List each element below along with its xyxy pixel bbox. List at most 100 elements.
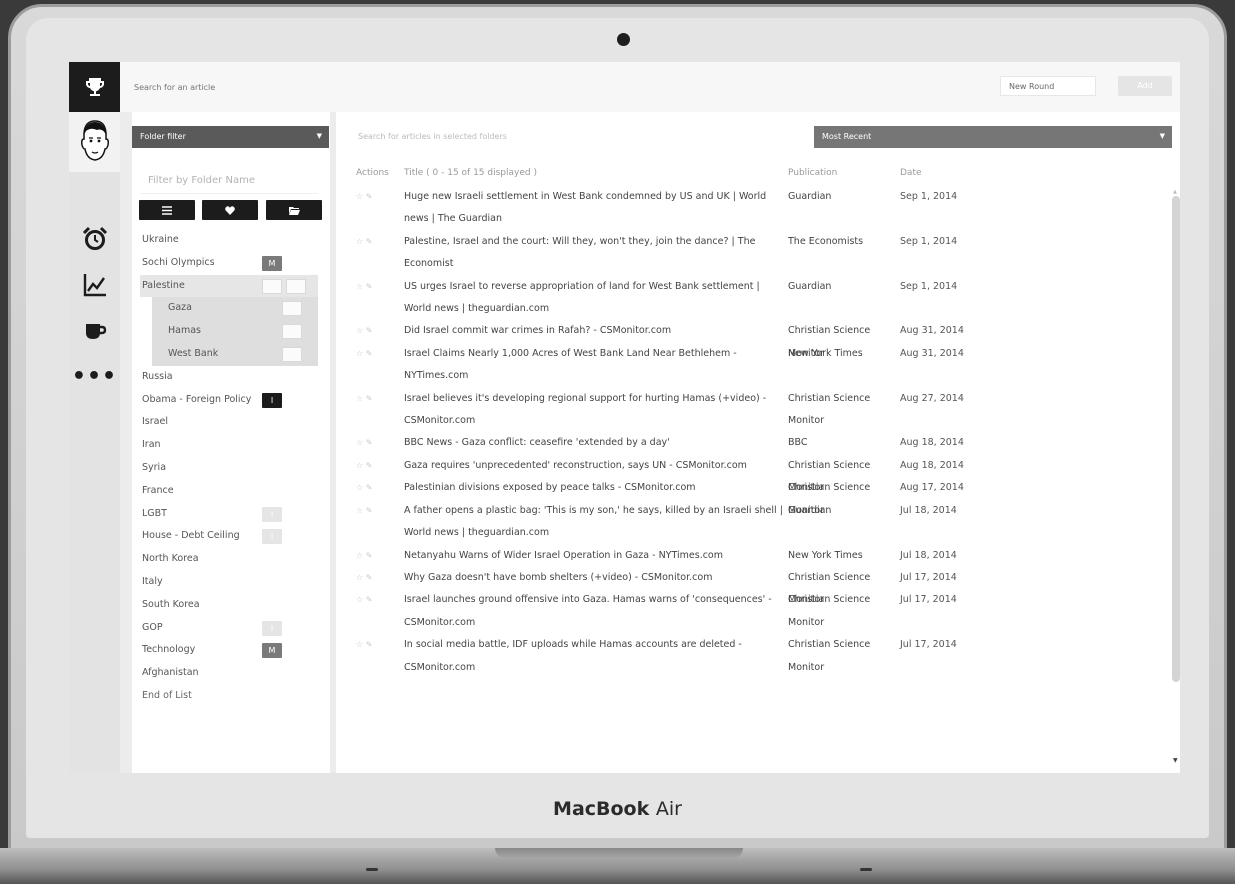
global-search-input[interactable] — [134, 78, 554, 96]
article-title[interactable]: Netanyahu Warns of Wider Israel Operatio… — [404, 545, 787, 567]
edit-icon[interactable]: ✎ — [366, 551, 373, 560]
table-row[interactable]: ☆ ✎ BBC News - Gaza conflict: ceasefire '… — [356, 432, 1156, 454]
folder-filter-dropdown[interactable]: Folder filter ▼ — [132, 126, 329, 148]
edit-icon[interactable]: ✎ — [366, 326, 373, 335]
folder-name-filter-input[interactable]: Filter by Folder Name — [140, 168, 318, 194]
star-icon[interactable]: ☆ — [356, 506, 363, 515]
folder-item[interactable]: North Korea — [140, 548, 318, 571]
table-row[interactable]: ☆ ✎ Why Gaza doesn't have bomb shelters (… — [356, 567, 1156, 605]
folder-badge[interactable]: I — [262, 620, 282, 636]
folder-item[interactable]: Russia — [140, 366, 318, 389]
star-icon[interactable]: ☆ — [356, 282, 363, 291]
table-row[interactable]: ☆ ✎ Israel believes it's developing regio… — [356, 388, 1156, 433]
folder-item[interactable]: GOP I — [140, 617, 318, 640]
folder-item[interactable]: Syria — [140, 457, 318, 480]
star-icon[interactable]: ☆ — [356, 483, 363, 492]
table-row[interactable]: ☆ ✎ Gaza requires 'unprecedented' reconst… — [356, 455, 1156, 493]
star-icon[interactable]: ☆ — [356, 326, 363, 335]
folders-button[interactable] — [266, 200, 322, 220]
article-scrollbar[interactable] — [1172, 196, 1180, 682]
folder-badge[interactable] — [286, 278, 306, 294]
article-title[interactable]: Why Gaza doesn't have bomb shelters (+vi… — [404, 567, 787, 589]
folder-item[interactable]: Ukraine — [140, 229, 318, 252]
column-title[interactable]: Title ( 0 - 15 of 15 displayed ) — [404, 168, 537, 178]
folder-item[interactable]: West Bank — [152, 342, 318, 366]
article-title[interactable]: Did Israel commit war crimes in Rafah? -… — [404, 320, 787, 342]
article-title[interactable]: BBC News - Gaza conflict: ceasefire 'ext… — [404, 432, 787, 454]
more-dots-icon[interactable]: ••• — [69, 354, 120, 400]
folder-item[interactable]: Israel — [140, 411, 318, 434]
star-icon[interactable]: ☆ — [356, 438, 363, 447]
folder-item[interactable]: Technology M — [140, 639, 318, 662]
article-title[interactable]: Israel believes it's developing regional… — [404, 388, 787, 433]
new-round-input[interactable]: New Round — [1000, 76, 1096, 96]
folder-item[interactable]: Sochi Olympics M — [140, 252, 318, 275]
table-row[interactable]: ☆ ✎ Did Israel commit war crimes in Rafah… — [356, 320, 1156, 358]
column-date[interactable]: Date — [900, 168, 922, 178]
article-title[interactable]: Palestinian divisions exposed by peace t… — [404, 477, 787, 499]
article-title[interactable]: A father opens a plastic bag: 'This is m… — [404, 500, 787, 545]
edit-icon[interactable]: ✎ — [366, 282, 373, 291]
table-row[interactable]: ☆ ✎ Palestine, Israel and the court: Will… — [356, 231, 1156, 276]
folder-item[interactable]: Italy — [140, 571, 318, 594]
table-row[interactable]: ☆ ✎ Netanyahu Warns of Wider Israel Opera… — [356, 545, 1156, 567]
article-title[interactable]: Palestine, Israel and the court: Will th… — [404, 231, 787, 276]
article-title[interactable]: Huge new Israeli settlement in West Bank… — [404, 186, 787, 231]
folder-item[interactable]: Gaza — [152, 297, 318, 321]
folder-item[interactable]: House - Debt Ceiling I — [140, 525, 318, 548]
article-title[interactable]: Gaza requires 'unprecedented' reconstruc… — [404, 455, 787, 477]
folder-item[interactable]: Iran — [140, 434, 318, 457]
folder-badge[interactable]: I — [262, 392, 282, 408]
coffee-cup-icon[interactable] — [69, 308, 120, 354]
table-row[interactable]: ☆ ✎ Israel launches ground offensive into… — [356, 589, 1156, 634]
article-title[interactable]: In social media battle, IDF uploads whil… — [404, 634, 787, 679]
folder-badge[interactable]: I — [262, 529, 282, 545]
table-row[interactable]: ☆ ✎ Israel Claims Nearly 1,000 Acres of W… — [356, 343, 1156, 388]
star-icon[interactable]: ☆ — [356, 640, 363, 649]
article-title[interactable]: Israel Claims Nearly 1,000 Acres of West… — [404, 343, 787, 388]
edit-icon[interactable]: ✎ — [366, 506, 373, 515]
star-icon[interactable]: ☆ — [356, 349, 363, 358]
table-row[interactable]: ☆ ✎ In social media battle, IDF uploads w… — [356, 634, 1156, 679]
edit-icon[interactable]: ✎ — [366, 461, 373, 470]
edit-icon[interactable]: ✎ — [366, 438, 373, 447]
star-icon[interactable]: ☆ — [356, 551, 363, 560]
star-icon[interactable]: ☆ — [356, 595, 363, 604]
folder-item[interactable]: Palestine — [140, 274, 318, 298]
folder-item[interactable]: Afghanistan — [140, 662, 318, 685]
star-icon[interactable]: ☆ — [356, 192, 363, 201]
edit-icon[interactable]: ✎ — [366, 192, 373, 201]
folder-badge[interactable] — [282, 324, 302, 340]
trophy-icon[interactable] — [69, 62, 120, 112]
table-row[interactable]: ☆ ✎ Palestinian divisions exposed by peac… — [356, 477, 1156, 515]
folder-item[interactable]: France — [140, 480, 318, 503]
avatar[interactable] — [69, 112, 120, 172]
edit-icon[interactable]: ✎ — [366, 573, 373, 582]
table-row[interactable]: ☆ ✎ A father opens a plastic bag: 'This i… — [356, 500, 1156, 545]
folder-badge[interactable]: I — [262, 506, 282, 522]
table-row[interactable]: ☆ ✎ Huge new Israeli settlement in West B… — [356, 186, 1156, 231]
folder-badge[interactable] — [262, 278, 282, 294]
folder-item[interactable]: Obama - Foreign Policy I — [140, 389, 318, 412]
sort-dropdown[interactable]: Most Recent ▼ — [814, 126, 1172, 148]
column-publication[interactable]: Publication — [788, 168, 837, 178]
star-icon[interactable]: ☆ — [356, 394, 363, 403]
list-view-button[interactable] — [139, 200, 195, 220]
article-title[interactable]: US urges Israel to reverse appropriation… — [404, 276, 787, 321]
edit-icon[interactable]: ✎ — [366, 394, 373, 403]
scroll-up-arrow[interactable]: ▲ — [1173, 189, 1177, 195]
folder-badge[interactable]: M — [262, 255, 282, 271]
folder-badge[interactable] — [282, 301, 302, 317]
edit-icon[interactable]: ✎ — [366, 483, 373, 492]
edit-icon[interactable]: ✎ — [366, 349, 373, 358]
folder-badge[interactable] — [282, 346, 302, 362]
add-button[interactable]: Add — [1118, 76, 1172, 96]
alarm-clock-icon[interactable] — [69, 216, 120, 262]
line-chart-icon[interactable] — [69, 262, 120, 308]
star-icon[interactable]: ☆ — [356, 461, 363, 470]
star-icon[interactable]: ☆ — [356, 237, 363, 246]
article-search-input[interactable]: Search for articles in selected folders — [358, 132, 658, 141]
edit-icon[interactable]: ✎ — [366, 595, 373, 604]
folder-item[interactable]: LGBT I — [140, 503, 318, 526]
star-icon[interactable]: ☆ — [356, 573, 363, 582]
